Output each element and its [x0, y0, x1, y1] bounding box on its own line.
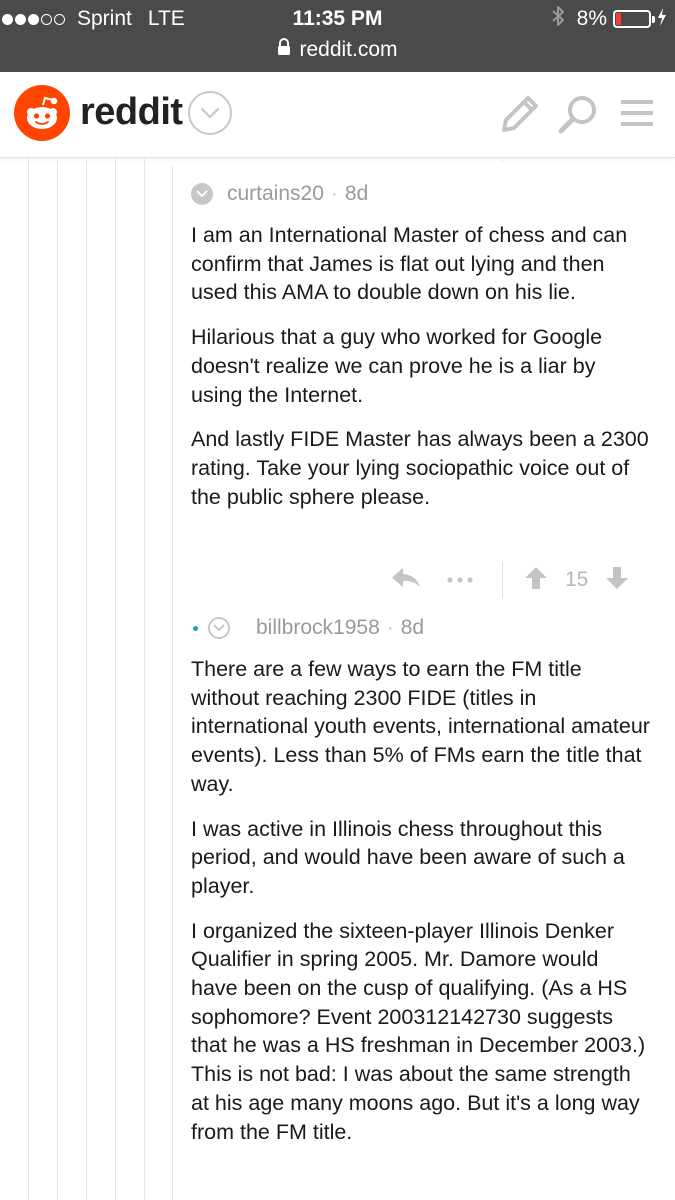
comment-paragraph: I was active in Illinois chess throughou…	[191, 816, 625, 898]
thread-indent-line[interactable]	[28, 158, 29, 1200]
comment-age: 8d	[400, 616, 425, 639]
pencil-icon[interactable]	[500, 94, 540, 139]
battery-icon	[613, 10, 655, 28]
comment-author[interactable]: curtains20	[227, 182, 324, 206]
comment-header: curtains20 · 8d	[191, 182, 368, 206]
thread-indent-line[interactable]	[115, 158, 116, 1200]
meta-separator: ·	[330, 182, 338, 205]
bluetooth-icon	[551, 5, 565, 33]
search-icon[interactable]	[556, 92, 600, 141]
comment-paragraph: And lastly FIDE Master has always been a…	[191, 427, 649, 509]
comment-paragraph: There are a few ways to earn the FM titl…	[191, 657, 650, 796]
comment-thread: curtains20 · 8d I am an International Ma…	[0, 158, 675, 1200]
chevron-down-icon[interactable]	[188, 91, 232, 135]
comment-author[interactable]: billbrock1958	[256, 616, 380, 640]
lock-icon	[277, 38, 291, 62]
action-divider	[502, 562, 503, 598]
thread-indent-line[interactable]	[57, 158, 58, 1200]
comment-actions: 15	[390, 562, 660, 598]
new-comment-dot	[193, 625, 198, 631]
url-text: reddit.com	[299, 38, 398, 61]
comment-paragraph: I am an International Master of chess an…	[191, 223, 628, 305]
collapse-comment-button[interactable]	[191, 183, 213, 205]
comment-body: There are a few ways to earn the FM titl…	[191, 655, 651, 1146]
thread-indent-line[interactable]	[86, 158, 87, 1200]
reddit-wordmark[interactable]: reddit	[80, 86, 183, 138]
charging-icon	[657, 7, 667, 31]
downvote-icon[interactable]	[604, 565, 630, 596]
url-bar[interactable]: reddit.com	[0, 36, 675, 64]
comment-score: 15	[565, 568, 589, 591]
comment-header: billbrock1958 · 8d	[193, 616, 424, 640]
thread-indent-line[interactable]	[144, 158, 145, 1200]
comment-body: I am an International Master of chess an…	[191, 221, 651, 511]
menu-icon[interactable]	[620, 98, 654, 133]
status-right: 8%	[551, 5, 667, 33]
comment-paragraph: Hilarious that a guy who worked for Goog…	[191, 325, 603, 407]
comment-paragraph: I organized the sixteen-player Illinois …	[191, 918, 646, 1144]
battery-percent: 8%	[576, 7, 607, 30]
thread-indent-line[interactable]	[172, 166, 173, 1200]
collapse-comment-button[interactable]	[208, 617, 230, 639]
status-bar: Sprint LTE 11:35 PM 8% reddit.com	[0, 0, 675, 72]
reply-icon[interactable]	[390, 565, 422, 596]
reddit-header: reddit	[0, 72, 675, 158]
upvote-icon[interactable]	[523, 565, 549, 596]
comment-age: 8d	[344, 182, 369, 205]
more-icon[interactable]	[446, 571, 474, 589]
meta-separator: ·	[386, 616, 394, 639]
reddit-alien-logo[interactable]	[14, 85, 70, 141]
parent-action-separator	[502, 158, 503, 162]
